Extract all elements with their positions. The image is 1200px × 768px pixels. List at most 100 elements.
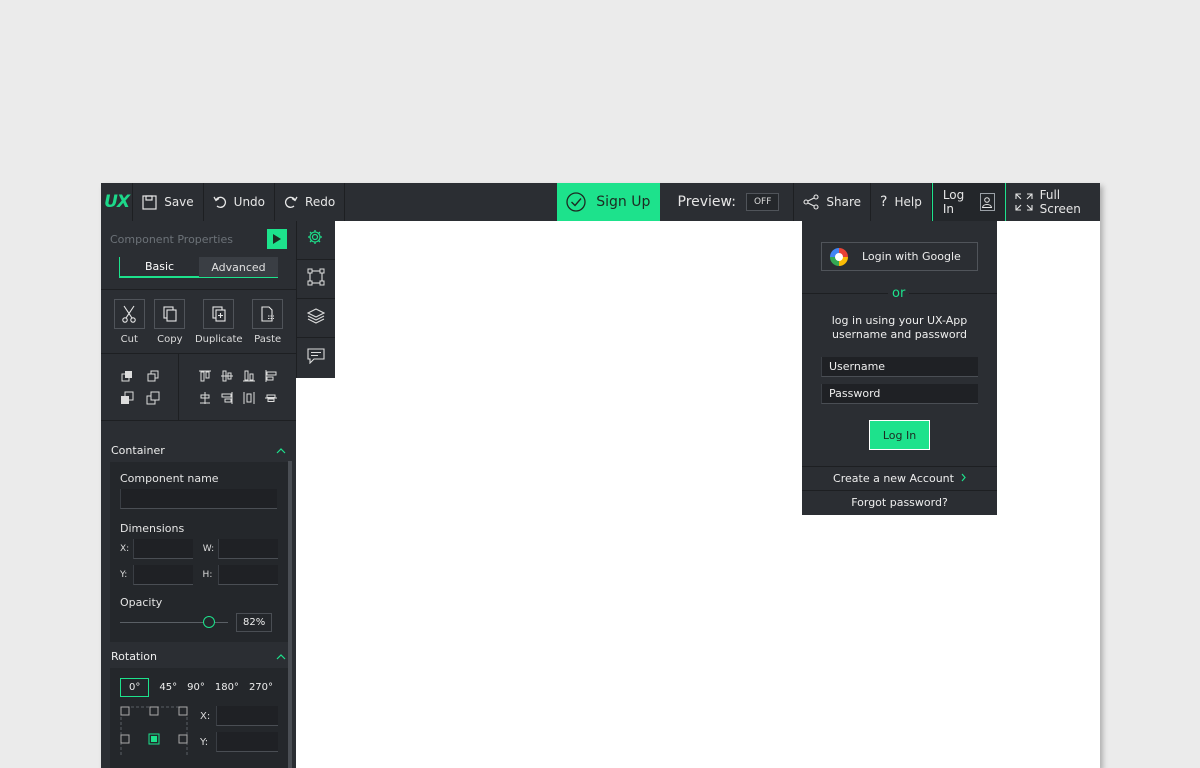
paste-icon [252, 299, 284, 329]
rotation-origin: X: Y: [120, 706, 278, 758]
align-right-icon[interactable] [216, 387, 238, 409]
align-top-icon[interactable] [194, 365, 216, 387]
password-input[interactable]: Password [821, 384, 978, 404]
align-bottom-icon[interactable] [238, 365, 260, 387]
logo[interactable]: UX [101, 183, 134, 221]
signup-button[interactable]: Sign Up [557, 183, 660, 221]
y-label: Y: [120, 570, 128, 580]
paste-button[interactable]: Paste [252, 299, 284, 345]
comments-rail-button[interactable] [297, 338, 335, 377]
cut-button[interactable]: Cut [113, 299, 145, 345]
copy-icon [154, 299, 186, 329]
forgot-password-link[interactable]: Forgot password? [802, 490, 997, 514]
bring-front-icon[interactable] [114, 365, 140, 387]
redo-label: Redo [305, 195, 336, 209]
rotation-0[interactable]: 0° [120, 678, 150, 697]
panel-header: Component Properties [101, 221, 296, 257]
distribute-h-icon[interactable] [238, 387, 260, 409]
bounding-box-icon [307, 268, 325, 290]
property-tabs: Basic Advanced [119, 257, 278, 278]
question-icon: ? [880, 194, 888, 210]
cut-label: Cut [120, 334, 138, 345]
preview-switch[interactable]: OFF [745, 193, 780, 211]
help-label: Help [894, 195, 922, 209]
yh-row: Y: H: [120, 565, 278, 585]
align-left-icon[interactable] [260, 365, 282, 387]
tab-basic[interactable]: Basic [119, 257, 199, 278]
panel-title: Component Properties [110, 232, 233, 246]
google-icon [830, 247, 848, 266]
share-icon [803, 194, 819, 210]
align-tools [179, 354, 296, 420]
opacity-slider-knob[interactable] [203, 616, 215, 628]
rotation-section: 0° 45° 90° 180° 270° X: Y: [110, 668, 288, 768]
redo-button[interactable]: Redo [275, 183, 346, 221]
component-name-label: Component name [120, 472, 219, 485]
tab-advanced[interactable]: Advanced [199, 257, 278, 278]
copy-button[interactable]: Copy [154, 299, 186, 345]
origin-y-input[interactable] [216, 732, 278, 752]
origin-y-label: Y: [200, 736, 209, 748]
x-input[interactable] [133, 539, 193, 559]
preview-toggle[interactable]: Preview: OFF [660, 183, 795, 221]
rotation-180[interactable]: 180° [215, 682, 239, 693]
container-section-header[interactable]: Container [101, 438, 296, 462]
or-text: or [888, 286, 910, 301]
send-back-icon[interactable] [114, 387, 140, 409]
undo-label: Undo [233, 195, 266, 209]
xw-row: X: W: [120, 539, 278, 559]
send-backward-icon[interactable] [140, 387, 166, 409]
play-button[interactable] [267, 229, 287, 249]
layers-icon [306, 308, 326, 328]
app-window: UX Save Undo Redo Sign Up Preview: OFF S… [101, 183, 1100, 768]
share-button[interactable]: Share [794, 183, 872, 221]
signup-label: Sign Up [596, 194, 651, 210]
redo-icon [284, 196, 298, 208]
rotation-section-header[interactable]: Rotation [101, 644, 296, 668]
icon-rail [296, 221, 335, 378]
google-login-button[interactable]: Login with Google [821, 242, 978, 271]
rotation-270[interactable]: 270° [249, 682, 273, 693]
login-submit-button[interactable]: Log In [869, 420, 930, 450]
duplicate-label: Duplicate [194, 334, 243, 345]
duplicate-button[interactable]: Duplicate [195, 299, 243, 345]
origin-grid[interactable] [120, 706, 188, 758]
opacity-slider[interactable] [120, 616, 228, 628]
y-input[interactable] [132, 565, 193, 585]
rotation-90[interactable]: 90° [187, 682, 205, 693]
properties-rail-button[interactable] [297, 221, 335, 260]
component-properties-panel: Component Properties Basic Advanced Cut … [101, 221, 296, 768]
login-message-line1: log in using your UX-App [831, 314, 968, 327]
container-section: Component name Dimensions X: W: Y: H: Op… [110, 462, 288, 642]
arrange-align-tools [101, 353, 296, 421]
align-center-h-icon[interactable] [260, 387, 282, 409]
fullscreen-button[interactable]: Full Screen [1006, 183, 1100, 221]
layers-rail-button[interactable] [297, 299, 335, 338]
component-name-input[interactable] [120, 489, 277, 509]
username-input[interactable]: Username [821, 357, 978, 377]
panel-scrollbar[interactable] [288, 461, 292, 768]
rotation-options: 0° 45° 90° 180° 270° [120, 678, 278, 697]
create-account-link[interactable]: Create a new Account [802, 466, 997, 490]
bring-forward-icon[interactable] [140, 365, 166, 387]
opacity-value[interactable]: 82% [236, 613, 273, 632]
save-button[interactable]: Save [133, 183, 204, 221]
origin-x-input[interactable] [216, 706, 278, 726]
dimensions-label: Dimensions [120, 522, 185, 535]
comment-icon [307, 347, 325, 368]
arrange-tools [101, 354, 179, 420]
transform-rail-button[interactable] [297, 260, 335, 299]
login-message-line2: username and password [832, 328, 967, 341]
distribute-v-icon[interactable] [194, 387, 216, 409]
w-input[interactable] [218, 539, 278, 559]
align-center-v-icon[interactable] [216, 365, 238, 387]
expand-icon [1015, 193, 1033, 211]
login-tab[interactable]: Log In [931, 183, 1006, 221]
chevron-up-icon [276, 444, 286, 457]
help-button[interactable]: ? Help [871, 183, 932, 221]
rotation-45[interactable]: 45° [159, 682, 177, 693]
undo-button[interactable]: Undo [204, 183, 276, 221]
x-label: X: [120, 544, 130, 554]
undo-icon [213, 196, 227, 208]
h-input[interactable] [218, 565, 278, 585]
